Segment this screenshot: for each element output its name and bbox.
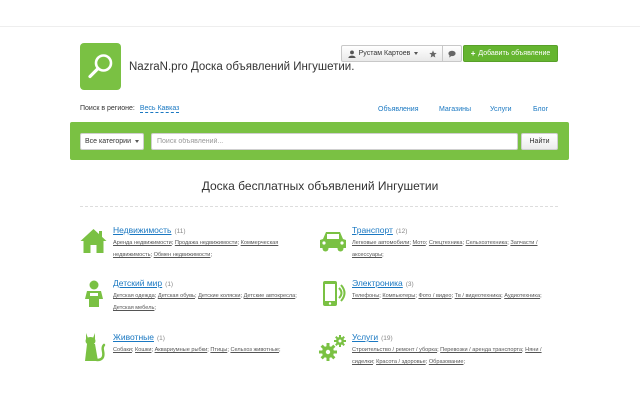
subcategory-link[interactable]: Детские автокресла bbox=[244, 293, 296, 299]
category-subs-electronics: Телефоны; Компьютеры; Фото / видео; Тв /… bbox=[352, 293, 542, 299]
site-logo[interactable] bbox=[80, 43, 121, 90]
user-name: Рустам Картоев bbox=[358, 50, 411, 57]
top-border bbox=[0, 0, 640, 27]
house-icon bbox=[80, 229, 107, 253]
site-title: NazraN.pro Доска объявлений Ингушетии. bbox=[129, 61, 355, 73]
gears-icon bbox=[319, 335, 346, 361]
subcategory-link[interactable]: Аудиотехника bbox=[504, 293, 540, 299]
user-icon bbox=[348, 49, 356, 58]
subcategory-link[interactable]: Детская одежда bbox=[113, 293, 155, 299]
category-subs-animals: Собаки; Кошки; Аквариумные рыбки; Птицы;… bbox=[113, 347, 281, 353]
add-listing-button[interactable]: + Добавить объявление bbox=[463, 45, 558, 62]
electronics-icon bbox=[323, 281, 346, 306]
page-heading: Доска бесплатных объявлений Ингушетии bbox=[201, 179, 439, 193]
category-count: (19) bbox=[381, 335, 393, 342]
chevron-down-icon bbox=[414, 52, 419, 55]
subcategory-link[interactable]: Тв / видеотехника bbox=[455, 293, 501, 299]
search-input[interactable] bbox=[151, 133, 518, 150]
user-menu-button[interactable]: Рустам Картоев bbox=[341, 45, 425, 62]
subcategory-link[interactable]: Продажа недвижимости bbox=[175, 240, 238, 246]
category-title-realty[interactable]: Недвижимость (11) bbox=[113, 225, 186, 235]
region-link[interactable]: Весь Кавказ bbox=[139, 105, 180, 113]
category-dropdown[interactable]: Все категории bbox=[80, 133, 144, 150]
category-subs-transport: Легковые автомобили; Мото; Спецтехника; … bbox=[352, 240, 538, 258]
subcategory-link[interactable]: Мото bbox=[412, 240, 425, 246]
subcategory-link[interactable]: Красота / здоровье bbox=[376, 359, 426, 365]
category-count: (11) bbox=[174, 228, 186, 235]
subcategory-link[interactable]: Обмен недвижимости bbox=[154, 252, 211, 258]
category-subs-realty: Аренда недвижимости; Продажа недвижимост… bbox=[113, 240, 279, 258]
star-icon bbox=[429, 49, 437, 58]
nav-item-blog[interactable]: Блог bbox=[533, 106, 548, 113]
car-icon bbox=[320, 232, 346, 252]
subcategory-link[interactable]: Детская обувь bbox=[158, 293, 195, 299]
category-count: (3) bbox=[405, 281, 414, 288]
favorites-button[interactable] bbox=[424, 45, 443, 62]
category-subs-services: Строительство / ремонт / уборка; Перевоз… bbox=[352, 347, 542, 365]
nav-item-shops[interactable]: Магазины bbox=[439, 106, 471, 113]
subcategory-link[interactable]: Перевозки / аренда транспорта bbox=[440, 347, 522, 353]
subcategory-link[interactable]: Сельхоз животные bbox=[230, 347, 279, 353]
subcategory-link[interactable]: Детская мебель bbox=[113, 305, 154, 311]
region-label: Поиск в регионе: bbox=[80, 105, 135, 112]
subcategory-link[interactable]: Строительство / ремонт / уборка bbox=[352, 347, 437, 353]
category-title-transport[interactable]: Транспорт (12) bbox=[352, 225, 407, 235]
magnifier-icon bbox=[88, 54, 113, 79]
subcategory-link[interactable]: Сельхозтехника bbox=[466, 240, 508, 246]
nav-item-services[interactable]: Услуги bbox=[490, 106, 512, 113]
category-subs-kids: Детская одежда; Детская обувь; Детские к… bbox=[113, 293, 297, 311]
subcategory-link[interactable]: Собаки bbox=[113, 347, 132, 353]
search-button[interactable]: Найти bbox=[521, 133, 558, 150]
category-dropdown-label: Все категории bbox=[85, 138, 131, 145]
add-listing-label: Добавить объявление bbox=[478, 50, 551, 57]
chat-icon bbox=[448, 50, 456, 58]
category-count: (1) bbox=[165, 281, 174, 288]
subcategory-link[interactable]: Птицы bbox=[210, 347, 227, 353]
plus-icon: + bbox=[470, 49, 476, 58]
subcategory-link[interactable]: Спецтехника bbox=[429, 240, 463, 246]
child-icon bbox=[85, 280, 103, 307]
category-title-electronics[interactable]: Электроника (3) bbox=[352, 278, 414, 288]
category-count: (12) bbox=[395, 228, 408, 235]
subcategory-link[interactable]: Фото / видео bbox=[418, 293, 451, 299]
divider bbox=[80, 206, 558, 207]
subcategory-link[interactable]: Аренда недвижимости bbox=[113, 240, 172, 246]
cat-icon bbox=[85, 333, 106, 362]
nav-item-listings[interactable]: Объявления bbox=[378, 106, 419, 113]
subcategory-link[interactable]: Образование bbox=[429, 359, 464, 365]
subcategory-link[interactable]: Детские коляски bbox=[198, 293, 240, 299]
subcategory-link[interactable]: Компьютеры bbox=[382, 293, 415, 299]
subcategory-link[interactable]: Телефоны bbox=[352, 293, 379, 299]
subcategory-link[interactable]: Кошки bbox=[135, 347, 151, 353]
category-title-animals[interactable]: Животные (1) bbox=[113, 332, 165, 342]
messages-button[interactable] bbox=[443, 45, 462, 62]
category-count: (1) bbox=[156, 335, 165, 342]
region-selector: Поиск в регионе: Весь Кавказ bbox=[80, 105, 180, 113]
subcategory-link[interactable]: Легковые автомобили bbox=[352, 240, 409, 246]
subcategory-link[interactable]: Аквариумные рыбки bbox=[155, 347, 208, 353]
chevron-down-icon bbox=[135, 140, 139, 143]
category-title-kids[interactable]: Детский мир (1) bbox=[113, 278, 173, 288]
category-title-services[interactable]: Услуги (19) bbox=[352, 332, 393, 342]
